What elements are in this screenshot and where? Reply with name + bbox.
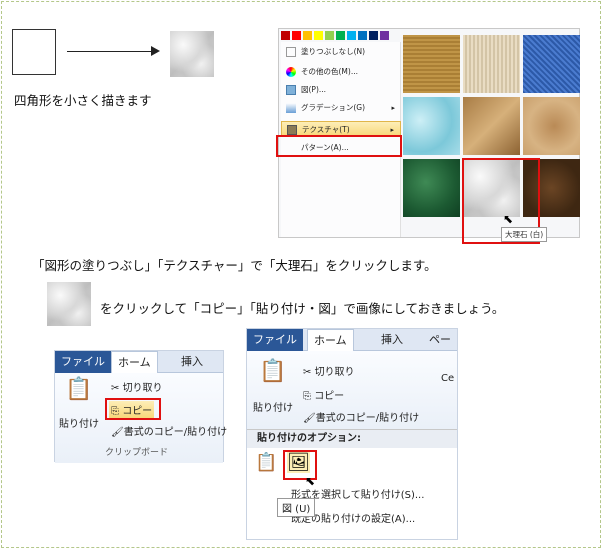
arrow-head-icon (151, 46, 160, 56)
texture-denim[interactable] (523, 35, 580, 93)
paste-button[interactable]: 貼り付け (253, 399, 293, 414)
mouse-pointer-icon: ⬉ (305, 474, 316, 488)
tab-file[interactable]: ファイル (247, 329, 303, 351)
paste-options-header: 貼り付けのオプション: (247, 430, 457, 448)
texture-green-marble[interactable] (403, 159, 460, 217)
texture-canvas[interactable] (403, 35, 460, 93)
menu-item-picture[interactable]: 図(P)... (281, 82, 401, 98)
texture-icon (287, 125, 297, 135)
cut-button[interactable]: ✂ 切り取り (303, 363, 355, 378)
tab-insert[interactable]: 挿入 (375, 329, 409, 351)
font-box[interactable]: Ce (441, 373, 454, 384)
format-painter-button[interactable]: 🖌書式のコピー/貼り付け (111, 423, 227, 438)
texture-paper-bag[interactable] (463, 97, 520, 155)
brush-icon: 🖌 (111, 427, 124, 438)
mouse-pointer-icon: ⬉ (503, 212, 514, 226)
menu-item-more-colors[interactable]: その他の色(M)... (281, 64, 401, 80)
paste-keep-format-icon[interactable]: 📋 (255, 452, 277, 473)
format-painter-button[interactable]: 🖌書式のコピー/貼り付け (303, 409, 419, 424)
copy-highlight (105, 398, 161, 420)
marble-square (170, 31, 214, 77)
clipboard-ribbon-small: ファイル ホーム 挿入 📋 貼り付け ✂ 切り取り ⎘ コピー 🖌書式のコピー/… (54, 350, 227, 463)
palette-swatch[interactable] (369, 31, 378, 40)
arrow-line (67, 51, 155, 52)
no-fill-icon (286, 47, 296, 57)
palette-swatch[interactable] (281, 31, 290, 40)
tab-page[interactable]: ページ (423, 329, 457, 368)
cut-button[interactable]: ✂ 切り取り (111, 379, 163, 394)
gradient-icon (286, 103, 296, 113)
ribbon-tab-bar: ファイル ホーム 挿入 ページ (247, 329, 457, 368)
marble-tooltip: 大理石 (白) (501, 227, 548, 242)
palette-swatch[interactable] (325, 31, 334, 40)
color-palette (281, 31, 403, 41)
paste-dropdown: 貼り付けのオプション: 📋 🖼 形式を選択して貼り付け(S)... 既定の貼り付… (247, 429, 457, 539)
picture-icon (286, 85, 296, 95)
color-wheel-icon (286, 67, 296, 77)
texture-highlight (276, 135, 402, 157)
palette-swatch[interactable] (303, 31, 312, 40)
rectangle-shape (12, 29, 56, 75)
clipboard-icon: 📋 (65, 377, 93, 402)
palette-swatch[interactable] (358, 31, 367, 40)
tab-insert[interactable]: 挿入 (175, 351, 209, 373)
palette-swatch[interactable] (292, 31, 301, 40)
tab-home[interactable]: ホーム (111, 351, 158, 373)
palette-swatch[interactable] (380, 31, 389, 40)
clipboard-ribbon-large: ファイル ホーム 挿入 ページ 📋 貼り付け ✂ 切り取り ⎘ コピー 🖌書式の… (246, 328, 458, 540)
brush-icon: 🖌 (303, 413, 316, 424)
copy-icon: ⎘ (303, 391, 315, 402)
texture-fossil[interactable] (523, 97, 580, 155)
marble-image (47, 282, 91, 326)
instruction-texture: 「図形の塗りつぶし」「テクスチャー」で「大理石」をクリックします。 (32, 258, 437, 273)
menu-item-no-fill[interactable]: 塗りつぶしなし(N) (281, 44, 401, 60)
step1-caption: 四角形を小さく描きます (14, 93, 152, 108)
palette-swatch[interactable] (314, 31, 323, 40)
palette-swatch[interactable] (347, 31, 356, 40)
copy-button[interactable]: ⎘ コピー (303, 387, 344, 402)
ribbon-body: 📋 貼り付け ✂ 切り取り ⎘ コピー 🖌書式のコピー/貼り付け クリップボード (55, 373, 227, 463)
scissors-icon: ✂ (303, 367, 315, 378)
paste-picture-tooltip: 図 (U) (277, 498, 316, 517)
tab-home[interactable]: ホーム (307, 329, 354, 351)
instruction-copy-paste: をクリックして「コピー」「貼り付け・図」で画像にしておきましょう。 (100, 301, 505, 316)
texture-linen[interactable] (463, 35, 520, 93)
menu-item-gradient[interactable]: グラデーション(G) ▸ (281, 100, 401, 116)
clipboard-icon: 📋 (259, 359, 287, 384)
clipboard-group-label: クリップボード (105, 448, 169, 458)
scissors-icon: ✂ (111, 383, 123, 394)
ribbon-body: 📋 貼り付け ✂ 切り取り ⎘ コピー 🖌書式のコピー/貼り付け Ce (247, 351, 457, 429)
ribbon-tab-bar: ファイル ホーム 挿入 (55, 351, 223, 373)
texture-water-drops[interactable] (403, 97, 460, 155)
texture-gallery: 塗りつぶしなし(N) その他の色(M)... 図(P)... グラデーション(G… (276, 28, 580, 244)
paste-button[interactable]: 貼り付け (59, 415, 99, 430)
tab-file[interactable]: ファイル (55, 351, 111, 373)
palette-swatch[interactable] (336, 31, 345, 40)
